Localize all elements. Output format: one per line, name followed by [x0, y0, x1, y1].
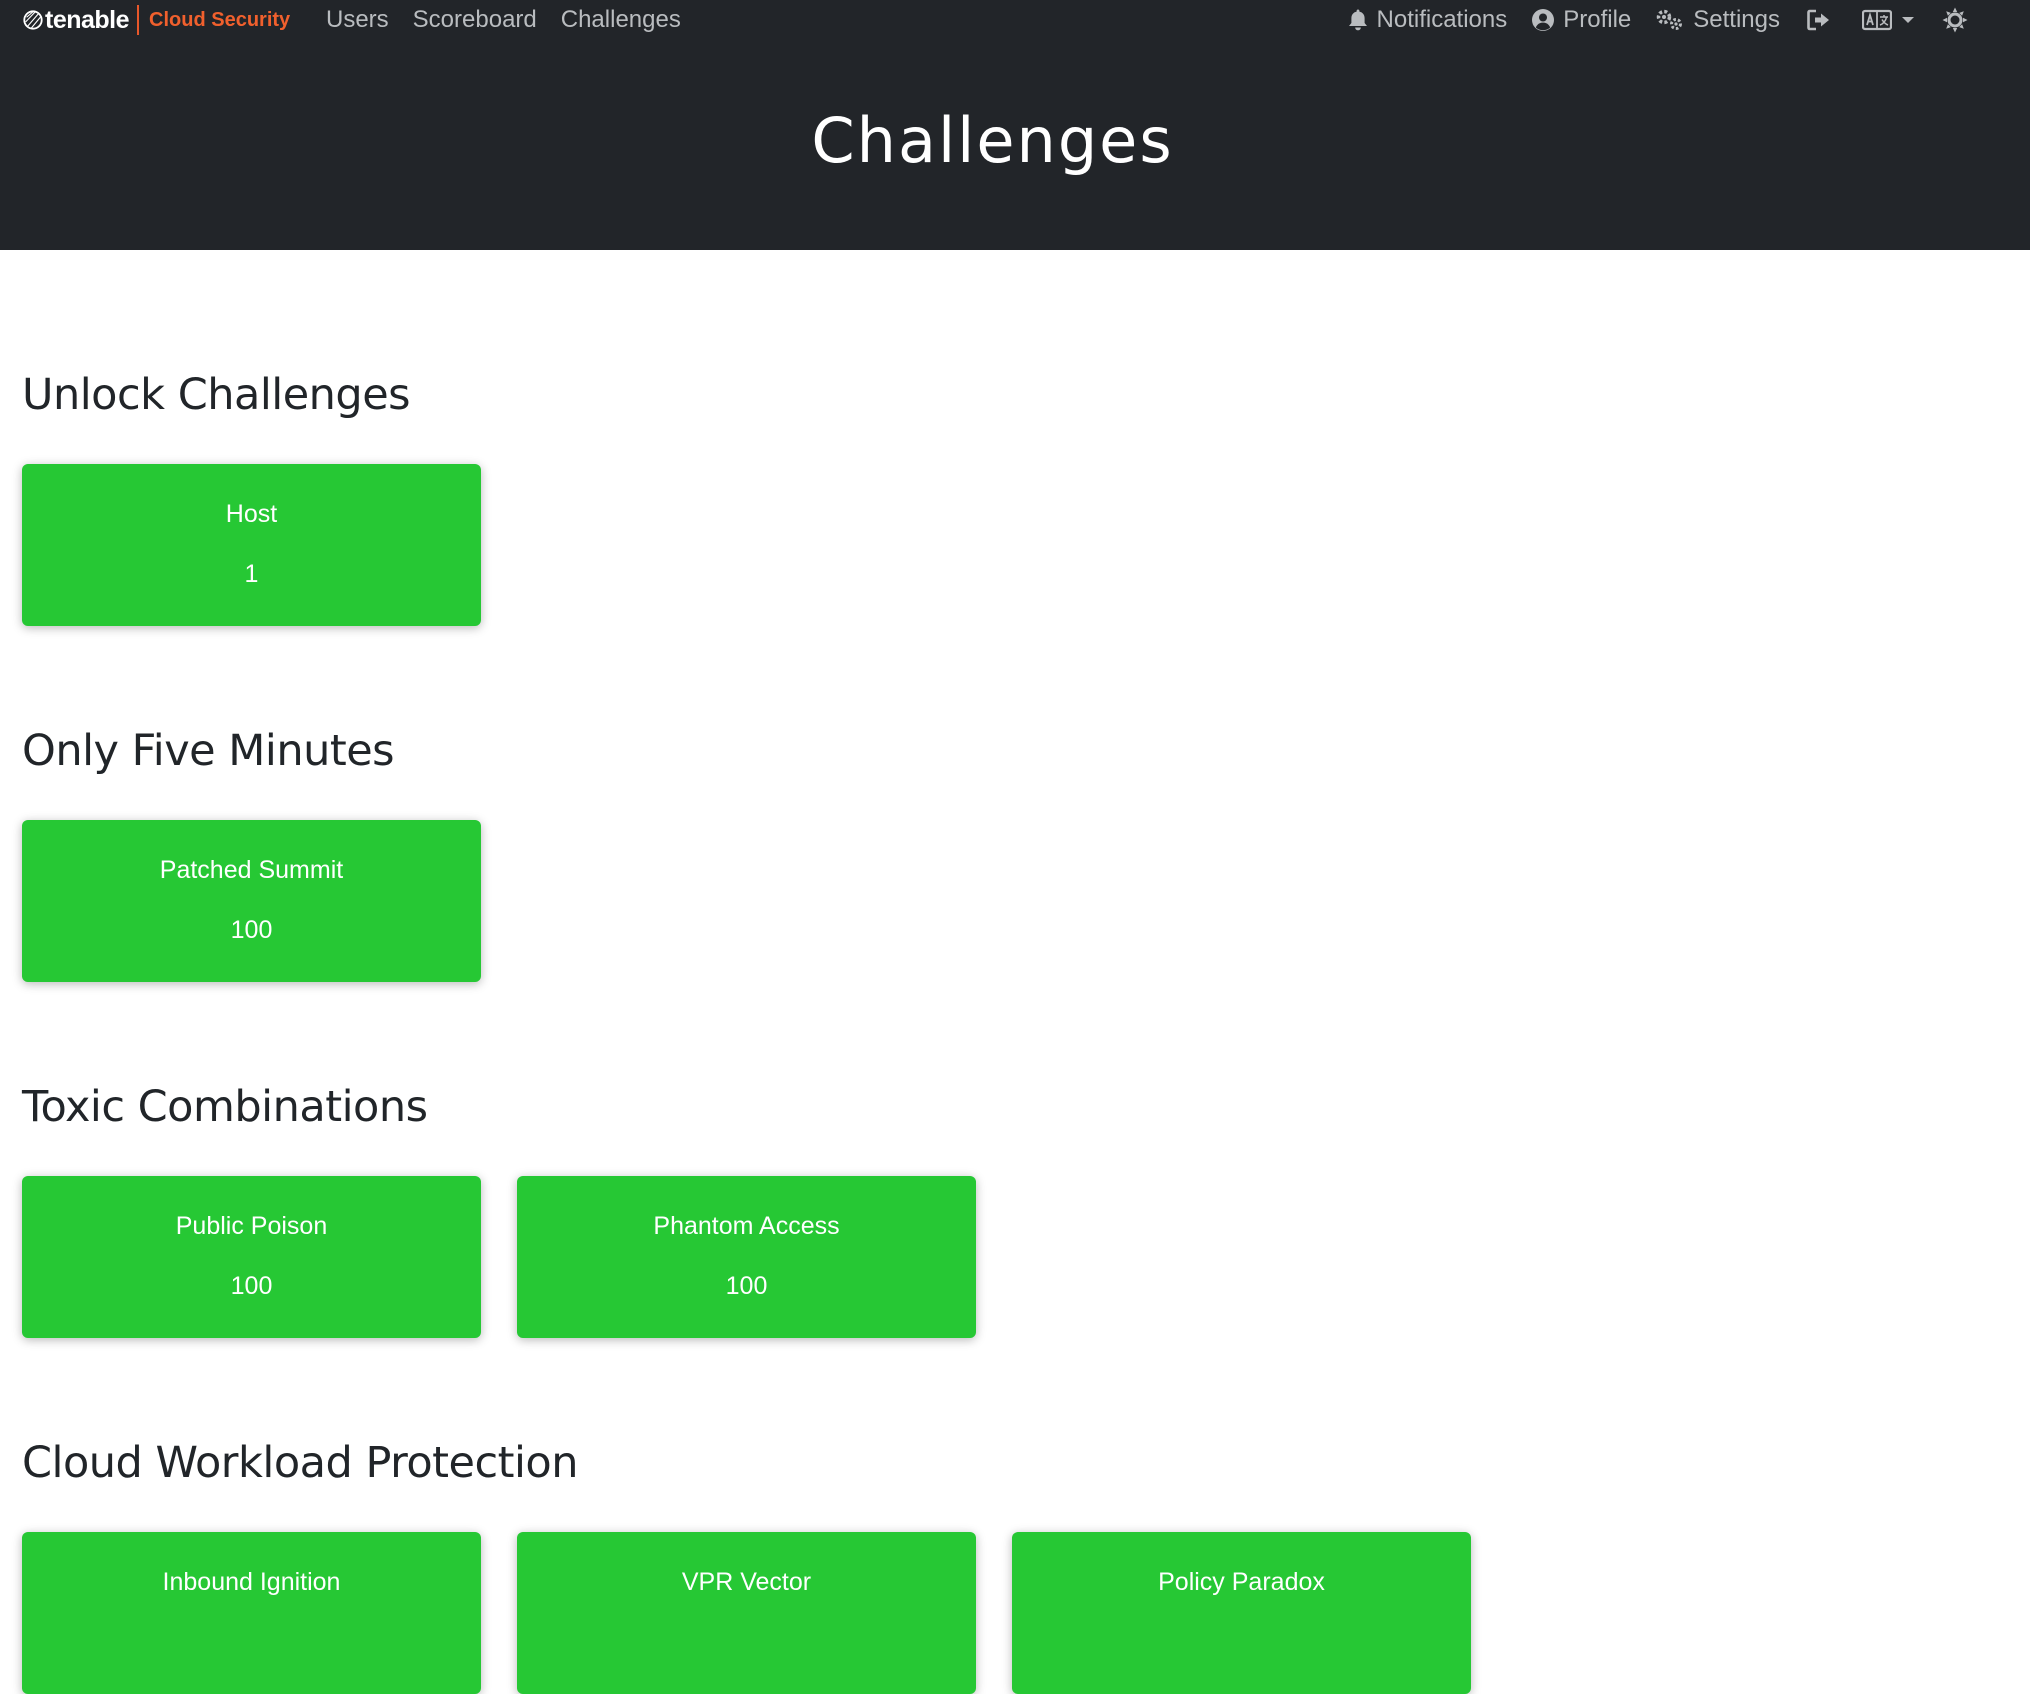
brand-logo[interactable]: tenable Cloud Security: [22, 4, 290, 36]
brand-divider: [137, 5, 140, 35]
challenge-name: Inbound Ignition: [162, 1568, 341, 1596]
nav-link-scoreboard[interactable]: Scoreboard: [413, 6, 537, 34]
nav-profile[interactable]: Profile: [1531, 6, 1631, 34]
secondary-nav: Notifications Profile Settings: [1323, 4, 1968, 36]
theme-toggle[interactable]: [1942, 7, 1968, 33]
category-title: Cloud Workload Protection: [22, 1438, 579, 1488]
challenge-card[interactable]: Policy Paradox: [1012, 1532, 1471, 1694]
nav-notifications[interactable]: Notifications: [1347, 6, 1508, 34]
challenge-list: Public Poison 100 Phantom Access 100: [22, 1176, 1012, 1338]
challenge-card[interactable]: Phantom Access 100: [517, 1176, 976, 1338]
challenge-card[interactable]: VPR Vector: [517, 1532, 976, 1694]
challenge-card[interactable]: Host 1: [22, 464, 481, 626]
challenge-points: 100: [230, 1272, 273, 1300]
language-dropdown[interactable]: [1862, 9, 1916, 31]
chevron-down-icon: [1902, 17, 1914, 23]
category-title: Toxic Combinations: [22, 1082, 428, 1132]
bell-icon: [1348, 9, 1367, 31]
category-only-five-minutes: Only Five Minutes Patched Summit 100: [22, 726, 481, 982]
challenge-name: Public Poison: [175, 1212, 328, 1240]
notifications-label: Notifications: [1376, 6, 1508, 33]
challenge-name: Policy Paradox: [1158, 1568, 1325, 1596]
challenge-name: VPR Vector: [681, 1568, 812, 1596]
tenable-logo-icon: [23, 10, 43, 30]
brand-name: tenable: [45, 5, 130, 34]
challenge-points: 100: [230, 916, 273, 944]
page-title: Challenges: [811, 103, 1174, 177]
gears-icon: [1657, 9, 1683, 30]
language-icon: [1862, 9, 1892, 31]
category-unlock-challenges: Unlock Challenges Host 1: [22, 370, 481, 626]
challenge-name: Patched Summit: [159, 856, 344, 884]
category-toxic-combinations: Toxic Combinations Public Poison 100 Pha…: [22, 1082, 976, 1338]
challenge-list: Inbound Ignition VPR Vector Policy Parad…: [22, 1532, 1507, 1694]
challenge-card[interactable]: Patched Summit 100: [22, 820, 481, 982]
nav-link-users[interactable]: Users: [326, 6, 389, 34]
settings-label: Settings: [1693, 6, 1780, 33]
challenge-points: 100: [725, 1272, 768, 1300]
sun-icon: [1942, 7, 1968, 33]
sign-out-icon: [1807, 9, 1829, 31]
user-circle-icon: [1532, 9, 1555, 31]
primary-nav: Users Scoreboard Challenges: [326, 4, 705, 36]
category-title: Only Five Minutes: [22, 726, 395, 776]
category-cloud-workload-protection: Cloud Workload Protection Inbound Igniti…: [22, 1438, 1471, 1694]
page-header: tenable Cloud Security Users Scoreboard …: [0, 0, 2030, 250]
top-navbar: tenable Cloud Security Users Scoreboard …: [0, 0, 2030, 40]
challenge-list: Host 1: [22, 464, 517, 626]
category-title: Unlock Challenges: [22, 370, 411, 420]
challenge-list: Patched Summit 100: [22, 820, 517, 982]
nav-link-challenges[interactable]: Challenges: [561, 6, 681, 34]
challenge-card[interactable]: Public Poison 100: [22, 1176, 481, 1338]
logout-button[interactable]: [1806, 8, 1832, 32]
profile-label: Profile: [1563, 6, 1632, 33]
challenge-name: Phantom Access: [653, 1212, 840, 1240]
brand-product: Cloud Security: [149, 8, 291, 31]
challenge-name: Host: [225, 500, 278, 528]
challenge-card[interactable]: Inbound Ignition: [22, 1532, 481, 1694]
nav-settings[interactable]: Settings: [1655, 6, 1780, 34]
challenge-points: 1: [244, 560, 259, 588]
